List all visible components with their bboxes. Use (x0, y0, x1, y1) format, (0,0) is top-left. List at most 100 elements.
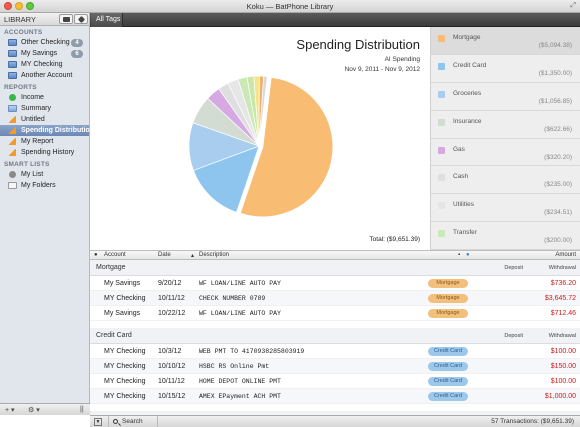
description-column-header[interactable]: Description (199, 252, 229, 258)
status-column-header[interactable]: ● (94, 252, 98, 258)
account-icon (8, 72, 17, 79)
legend-name: Transfer (453, 229, 477, 237)
transaction-row[interactable]: My Savings 9/20/12 WF LOAN/LINE AUTO PAY Mo… (90, 276, 580, 291)
account-cell: My Savings (104, 310, 141, 317)
transaction-row[interactable]: MY Checking 10/3/12 WEB PMT TO 41709382858… (90, 344, 580, 359)
legend-swatch (438, 62, 445, 70)
account-column-header[interactable]: Account (104, 252, 126, 258)
transaction-row[interactable]: My Savings 10/22/12 WF LOAN/LINE AUTO PAY M… (90, 306, 580, 321)
amount-cell: $150.00 (550, 363, 576, 370)
tag-bar: All Tags (90, 13, 580, 27)
sidebar-item-my-savings[interactable]: My Savings 6 (0, 48, 89, 59)
legend-swatch (438, 35, 445, 42)
folder-icon (63, 17, 70, 22)
window-title: Koku — BatPhone Library (246, 2, 334, 11)
sidebar-item-my-report[interactable]: My Report (0, 136, 89, 147)
search-button[interactable]: Search (108, 416, 158, 427)
sidebar-item-summary[interactable]: Summary (0, 103, 89, 114)
sidebar-item-other-checking[interactable]: Other Checking 4 (0, 37, 89, 48)
chart-icon (8, 127, 17, 134)
legend-swatch (438, 90, 445, 98)
toggle-pane-button[interactable]: ▼ (94, 418, 102, 426)
description-cell: WEB PMT TO 4170938285803919 (199, 348, 305, 355)
group-name: Mortgage (96, 264, 126, 271)
transaction-row[interactable]: MY Checking 10/11/12 CHECK NUMBER 0789 Mort… (90, 291, 580, 306)
tag-icon (77, 15, 86, 24)
transactions-header: ● Account Date ▴ Description ▪ ● Amount (90, 250, 580, 260)
folder-view-button[interactable] (59, 14, 73, 24)
tag-pill[interactable]: Mortgage (428, 294, 468, 303)
legend-name: Gas (453, 145, 465, 153)
legend-value: ($235.00) (544, 181, 572, 189)
sidebar-item-another-account[interactable]: Another Account (0, 70, 89, 81)
legend-swatch (438, 202, 445, 210)
folder-icon (8, 182, 17, 189)
tag-view-button[interactable] (74, 14, 88, 24)
legend-item-mortgage[interactable]: Mortgage ($5,094.38) (431, 27, 580, 55)
sidebar-item-label: Another Account (21, 72, 73, 79)
account-icon (8, 39, 17, 46)
sidebar-resize-handle[interactable]: || (80, 406, 84, 413)
sidebar-item-label: My Report (21, 138, 54, 145)
amount-cell: $1,000.00 (544, 393, 576, 400)
transaction-row[interactable]: MY Checking 10/15/12 AMEX EPayment ACH PMT… (90, 389, 580, 404)
add-button[interactable]: + ▾ (5, 406, 15, 414)
group-header[interactable]: Credit Card Deposit Withdrawal (90, 328, 580, 344)
legend-item-insurance[interactable]: Insurance ($622.66) (431, 111, 580, 139)
account-cell: MY Checking (104, 295, 146, 302)
amount-cell: $712.46 (550, 310, 576, 317)
tag-pill[interactable]: Credit Card (428, 392, 468, 401)
sidebar-section-title: ACCOUNTS (4, 29, 43, 36)
sidebar-item-my-list[interactable]: My List (0, 169, 89, 180)
sidebar-item-my-folders[interactable]: My Folders (0, 180, 89, 191)
legend-name: Insurance (453, 117, 482, 125)
transaction-row[interactable]: MY Checking 10/11/12 HOME DEPOT ONLINE PMT… (90, 374, 580, 389)
legend-item-transfer[interactable]: Transfer ($200.00) (431, 222, 580, 250)
tag-pill[interactable]: Credit Card (428, 377, 468, 386)
legend-swatch (438, 230, 445, 238)
tag-pill[interactable]: Credit Card (428, 362, 468, 371)
library-label: LIBRARY (4, 15, 36, 24)
legend-item-cash[interactable]: Cash ($235.00) (431, 166, 580, 195)
legend-item-groceries[interactable]: Groceries ($1,056.85) (431, 83, 580, 111)
sidebar-item-spending-distribution[interactable]: Spending Distribution (0, 125, 94, 136)
sidebar-header: LIBRARY (0, 13, 89, 26)
chart-icon (8, 116, 17, 123)
tag-pill[interactable]: Mortgage (428, 279, 468, 288)
tag-pill[interactable]: Credit Card (428, 347, 468, 356)
description-cell: WF LOAN/LINE AUTO PAY (199, 280, 281, 287)
sidebar-item-income[interactable]: Income (0, 92, 89, 103)
status-bar: ▼ Search 57 Transactions: ($9,651.39) (90, 415, 580, 427)
sidebar-item-label: MY Checking (21, 61, 63, 68)
gear-icon (9, 171, 16, 178)
date-cell: 10/11/12 (158, 378, 185, 385)
amount-column-header[interactable]: Amount (555, 252, 576, 258)
chart-icon (8, 149, 17, 156)
legend-item-utilities[interactable]: Utilities ($234.51) (431, 194, 580, 223)
legend-item-gas[interactable]: Gas ($320.20) (431, 139, 580, 167)
account-cell: MY Checking (104, 378, 146, 385)
amount-cell: $100.00 (550, 378, 576, 385)
transaction-row[interactable]: MY Checking 10/10/12 HSBC RS Online Pmt Cre… (90, 359, 580, 374)
sidebar-item-untitled[interactable]: Untitled (0, 114, 89, 125)
date-column-header[interactable]: Date (158, 252, 171, 258)
chart-total: Total: ($9,651.39) (369, 236, 420, 243)
tag-column-icon: ● (466, 252, 470, 258)
sidebar-section-title: REPORTS (4, 84, 37, 91)
withdrawal-column-label: Withdrawal (548, 333, 576, 339)
sidebar-item-my-checking[interactable]: MY Checking (0, 59, 89, 70)
legend-item-credit-card[interactable]: Credit Card ($1,350.00) (431, 55, 580, 83)
description-cell: AMEX EPayment ACH PMT (199, 393, 281, 400)
all-tags-button[interactable]: All Tags (91, 13, 123, 27)
sidebar-item-spending-history[interactable]: Spending History (0, 147, 89, 158)
action-menu-button[interactable]: ⚙ ▾ (28, 406, 40, 414)
sidebar-section-title: SMART LISTS (4, 161, 50, 168)
count-badge: 6 (71, 50, 83, 58)
pie-chart[interactable] (184, 71, 334, 221)
fullscreen-icon[interactable]: ⤢ (570, 2, 576, 10)
transaction-count: 57 Transactions: ($9,651.39) (491, 418, 574, 425)
tag-pill[interactable]: Mortgage (428, 309, 468, 318)
legend-value: ($1,056.85) (538, 97, 572, 105)
count-badge: 4 (71, 39, 83, 47)
group-header[interactable]: Mortgage Deposit Withdrawal (90, 260, 580, 276)
